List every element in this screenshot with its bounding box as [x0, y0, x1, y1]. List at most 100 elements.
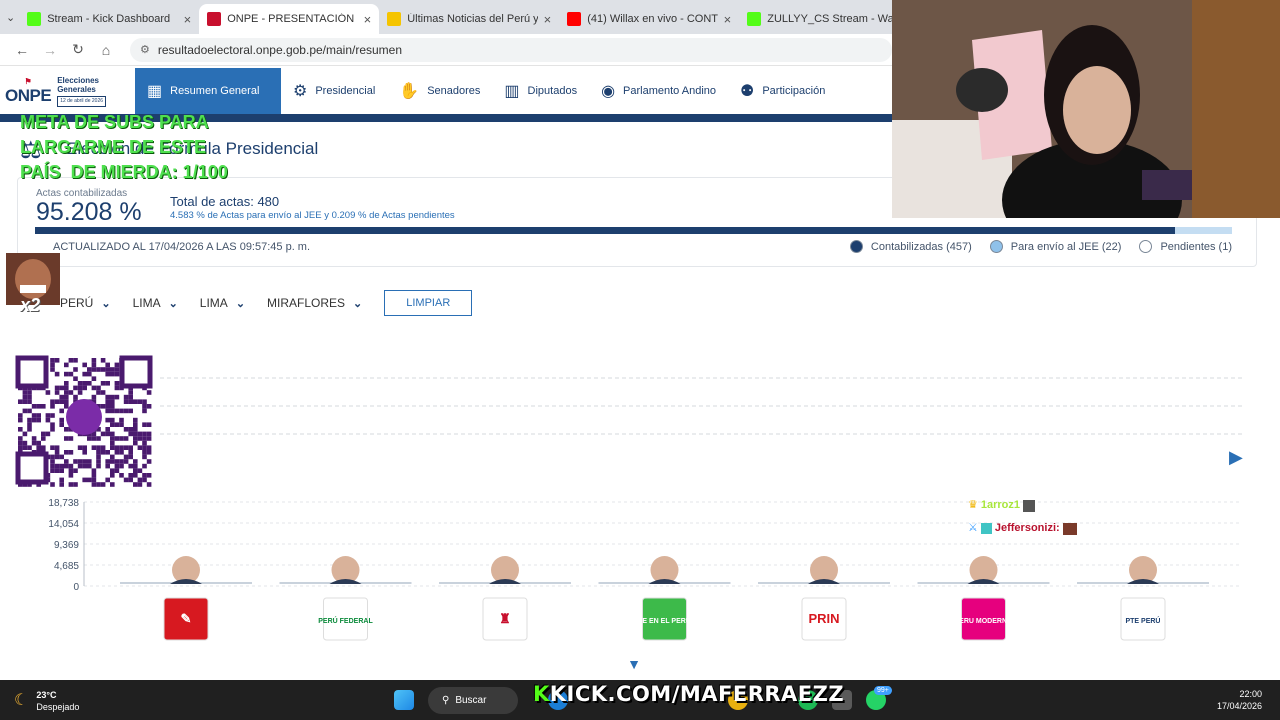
- taskbar-search[interactable]: ⚲ Buscar: [428, 687, 518, 714]
- legend-item: Pendientes (1): [1139, 240, 1232, 253]
- menu-item-resumen-general[interactable]: ▦ Resumen General: [135, 68, 281, 114]
- qr-module: [114, 408, 120, 414]
- qr-module: [146, 482, 152, 487]
- chat-username: 1arroz1: [980, 499, 1021, 511]
- qr-module: [137, 477, 143, 483]
- filter-dropdown[interactable]: LIMA ⌄: [200, 296, 245, 310]
- windows-start-icon[interactable]: [394, 690, 414, 710]
- tab-title: Últimas Noticias del Perú y e: [407, 13, 538, 25]
- tab-search-chevron-icon[interactable]: ⌄: [6, 5, 15, 29]
- menu-item-parlamento-andino[interactable]: ◉ Parlamento Andino: [589, 68, 728, 114]
- qr-module: [100, 431, 106, 437]
- filter-dropdown[interactable]: LIMA ⌄: [133, 296, 178, 310]
- qr-module: [105, 404, 110, 409]
- browser-tab[interactable]: ONPE - PRESENTACIÓN DE R ×: [199, 4, 380, 34]
- qr-module: [119, 463, 124, 469]
- avatar: [1023, 499, 1036, 512]
- menu-label: Resumen General: [170, 85, 260, 97]
- status-legend: Contabilizadas (457) Para envío al JEE (…: [849, 240, 1232, 253]
- y-tick-label: 0: [73, 582, 79, 593]
- home-icon[interactable]: ⌂: [92, 42, 120, 58]
- menu-item-diputados[interactable]: ▥ Diputados: [492, 68, 589, 114]
- qr-module: [36, 445, 41, 450]
- temperature: 23°C: [36, 690, 57, 700]
- qr-module: [73, 376, 78, 381]
- qr-module: [91, 477, 97, 483]
- menu-item-senadores[interactable]: ✋ Senadores: [387, 68, 492, 114]
- filter-dropdown[interactable]: PERÚ ⌄: [60, 296, 111, 310]
- qr-module: [146, 473, 152, 478]
- qr-module: [36, 417, 41, 423]
- filter-dropdown[interactable]: MIRAFLORES ⌄: [267, 296, 362, 310]
- kick-url: KICK.COM/MAFERRAEZZ: [549, 682, 845, 706]
- chart-next-arrow-icon[interactable]: ▶: [1229, 447, 1243, 467]
- qr-module: [59, 463, 64, 469]
- close-tab-icon[interactable]: ×: [184, 12, 192, 27]
- qr-module: [137, 436, 143, 441]
- qr-module: [27, 390, 32, 395]
- qr-module: [54, 463, 60, 469]
- menu-item-participaci-n[interactable]: ⚉ Participación: [728, 68, 837, 114]
- close-tab-icon[interactable]: ×: [544, 12, 552, 27]
- favicon-icon: [207, 12, 222, 26]
- qr-module: [45, 390, 51, 395]
- qr-module: [146, 445, 152, 450]
- qr-module: [128, 394, 133, 400]
- legend-label: Para envío al JEE (22): [1010, 240, 1122, 253]
- qr-module: [114, 459, 120, 464]
- qr-module: [36, 404, 41, 409]
- subs-goal-overlay: META DE SUBS PARA LARGARME DE ESTE PAÍS …: [20, 112, 228, 182]
- scroll-down-arrow-icon[interactable]: ▼: [618, 656, 650, 672]
- site-info-icon[interactable]: ⚙: [140, 43, 150, 56]
- qr-module: [142, 431, 147, 437]
- chevron-down-icon: ⌄: [101, 297, 111, 310]
- url-field[interactable]: ⚙ resultadoelectoral.onpe.gob.pe/main/re…: [130, 37, 892, 62]
- qr-module: [64, 436, 69, 441]
- menu-item-presidencial[interactable]: ⚙ Presidencial: [281, 68, 387, 114]
- reload-icon[interactable]: ↻: [64, 41, 92, 58]
- onpe-brand[interactable]: ⚑ ONPE Elecciones Generales 12 de abril d…: [0, 68, 135, 114]
- qr-module: [96, 450, 101, 455]
- qr-module: [68, 358, 74, 363]
- close-tab-icon[interactable]: ×: [364, 12, 372, 27]
- qr-module: [128, 463, 133, 469]
- main-menu: ▦ Resumen General ⚙ Presidencial ✋ Senador…: [135, 68, 837, 114]
- qr-module: [133, 473, 138, 478]
- qr-module: [123, 459, 129, 464]
- qr-module: [96, 367, 101, 372]
- menu-label: Diputados: [527, 85, 578, 97]
- qr-module: [142, 445, 147, 450]
- close-tab-icon[interactable]: ×: [724, 12, 732, 27]
- qr-module: [123, 445, 129, 450]
- onpe-header: ⚑ ONPE Elecciones Generales 12 de abril d…: [0, 68, 892, 114]
- browser-tab[interactable]: Últimas Noticias del Perú y e ×: [379, 4, 559, 34]
- qr-module: [100, 367, 106, 372]
- qr-module: [110, 422, 115, 427]
- qr-module: [105, 399, 110, 404]
- qr-module: [100, 450, 106, 455]
- qr-module: [137, 399, 143, 404]
- qr-module: [123, 394, 129, 400]
- qr-module: [50, 358, 55, 363]
- brand-text: Elecciones Generales 12 de abril de 2026: [57, 76, 106, 107]
- qr-module: [22, 431, 28, 437]
- qr-module: [119, 408, 124, 414]
- browser-tab[interactable]: (41) Willax en vivo - CONTRA ×: [559, 4, 739, 34]
- browser-tab[interactable]: Stream - Kick Dashboard ×: [19, 4, 199, 34]
- qr-module: [114, 394, 120, 400]
- system-clock[interactable]: 22:00 17/04/2026: [1217, 688, 1262, 712]
- qr-module: [133, 463, 138, 469]
- qr-module: [110, 371, 115, 377]
- legend-label: Pendientes (1): [1160, 240, 1232, 253]
- qr-module: [36, 440, 41, 446]
- qr-module: [91, 473, 97, 478]
- back-arrow-icon[interactable]: ←: [8, 42, 36, 58]
- qr-module: [64, 463, 69, 469]
- forward-arrow-icon[interactable]: →: [36, 42, 64, 58]
- grid-icon: ▦: [147, 83, 163, 100]
- weather-widget[interactable]: ☾ 23°C Despejado: [14, 689, 79, 713]
- qr-module: [59, 454, 64, 460]
- clear-filters-button[interactable]: LIMPIAR: [384, 290, 473, 316]
- filter-value: MIRAFLORES: [267, 296, 346, 310]
- qr-module: [59, 417, 64, 423]
